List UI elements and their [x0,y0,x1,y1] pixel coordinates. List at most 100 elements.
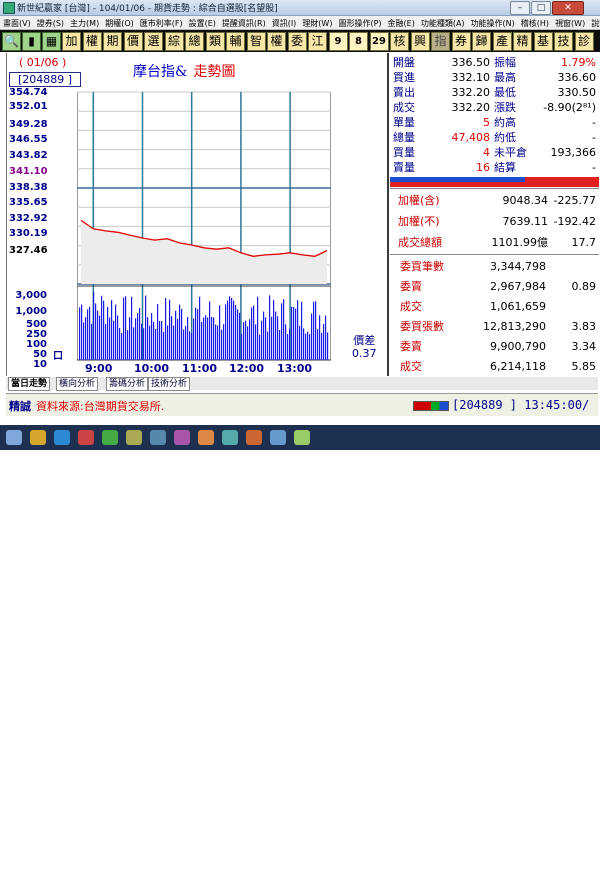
search-icon[interactable]: 🔍 [2,32,21,51]
menu-item[interactable]: 說明(H) [588,17,600,29]
status-bar: 精誠 資料來源:台灣期貨交易所. [204889 ] 13:45:00/ [6,393,598,416]
toolbar-button[interactable]: 綜 [164,32,184,51]
maximize-button[interactable]: □ [531,1,551,15]
app-icon-4[interactable] [150,430,166,445]
tab-2[interactable]: 籌碼分析 [106,377,149,391]
toolbar-button[interactable]: 加 [62,32,81,51]
toolbar-button[interactable]: 29 [369,32,389,51]
volume-bar [315,301,317,360]
volume-bar [273,300,275,360]
quote-row: 成交 332.20 漲跌 -8.90(2⁸¹) [390,100,599,115]
menu-item[interactable]: 期權(O) [102,17,137,29]
intraday-chart[interactable] [77,86,331,364]
app-icon-10[interactable] [294,430,310,445]
toolbar-button[interactable]: 產 [492,32,512,51]
menu-item[interactable]: 證券(S) [34,17,67,29]
app-icon-8[interactable] [246,430,262,445]
quote-label: 開盤 [393,56,415,69]
price-axis-label: 332.92 [9,213,48,224]
quote-row: 開盤 336.50 振幅 1.79% [390,55,599,70]
toolbar-button[interactable]: 精 [513,32,532,51]
toolbar-button[interactable]: 江 [308,32,327,51]
quote-label: 漲跌 [494,101,516,114]
app-icon-3[interactable] [126,430,142,445]
toolbar-button[interactable]: 權 [267,32,286,51]
menu-item[interactable]: 資訊(I) [269,17,300,29]
bid-ask-bar [390,177,599,187]
stat-row: 成交 1,061,659 [390,297,599,317]
menu-item[interactable]: 金融(E) [385,17,418,29]
toolbar-button[interactable]: 類 [205,32,225,51]
quote-value: -8.90(2⁸¹) [543,101,596,114]
toolbar-button[interactable]: 選 [144,32,163,51]
menu-item[interactable]: 稽核(H) [518,17,552,29]
app-icon-9[interactable] [270,430,286,445]
quote-value: 5 [483,116,490,129]
toolbar-button[interactable]: 歸 [472,32,491,51]
minimize-button[interactable]: – [510,1,530,15]
stat-row: 委賣 9,900,790 3.34 [390,337,599,357]
toolbar-button[interactable]: 基 [533,32,553,51]
instrument-code[interactable]: [204889 ] [9,72,81,87]
volume-bar [193,318,195,360]
menu-item[interactable]: 畫面(V) [0,17,34,29]
app-icon-7[interactable] [222,430,238,445]
toolbar-button[interactable]: 指 [431,32,450,51]
browser-icon[interactable] [54,430,70,445]
app-icon-5[interactable] [174,430,190,445]
volume-bar [107,307,109,360]
volume-bar [93,291,95,360]
app-icon-6[interactable] [198,430,214,445]
volume-bar [175,310,177,360]
summary-row: 加權(含) 9048.34 -225.77 [390,191,599,211]
toolbar-button[interactable]: 智 [246,32,266,51]
folder-icon[interactable] [30,430,46,445]
volume-bar [275,311,277,360]
menu-item[interactable]: 理財(W) [299,17,335,29]
menu-item[interactable]: 主力(M) [67,17,102,29]
toolbar-button[interactable]: 委 [287,32,307,51]
toolbar-button[interactable]: 8 [349,32,368,51]
menu-item[interactable]: 功能操作(N) [468,17,518,29]
volume-bar [141,323,143,360]
toolbar-button[interactable]: 興 [410,32,430,51]
menu-item[interactable]: 視窗(W) [552,17,588,29]
stat-value: 2,967,984 [490,280,546,293]
stat-value: 1,061,659 [490,300,546,313]
menu-item[interactable]: 圖形操作(P) [335,17,384,29]
quote-label: 約低 [494,131,516,144]
toolbar-button[interactable]: 輔 [226,32,245,51]
volume-bar [251,307,253,360]
close-button[interactable]: ✕ [552,1,584,15]
toolbar-button[interactable]: 診 [574,32,594,51]
volume-bar [155,328,157,360]
price-diff-label: 價差 [353,334,376,347]
toolbar-button[interactable]: 券 [451,32,471,51]
toolbar-button[interactable]: 期 [103,32,122,51]
tab-1[interactable]: 橫向分析 [56,377,99,391]
menu-item[interactable]: 提醒資訊(R) [219,17,269,29]
menu-item[interactable]: 設置(E) [186,17,219,29]
volume-bar [191,333,193,360]
toolbar-button[interactable]: 技 [554,32,573,51]
summary-label: 加權(含) [398,194,440,207]
toolbar-button[interactable]: 價 [123,32,143,51]
volume-bar [137,312,139,360]
grid-icon[interactable]: ▦ [42,32,61,51]
toolbar-button[interactable]: 9 [328,32,348,51]
app-icon-2[interactable] [102,430,118,445]
tab-0[interactable]: 當日走勢 [8,377,51,391]
menu-item[interactable]: 功能種類(A) [418,17,468,29]
volume-bar [111,300,113,360]
bookmark-icon[interactable]: ▮ [22,32,41,51]
start-icon[interactable] [6,430,22,445]
app-icon-1[interactable] [78,430,94,445]
volume-bar [277,316,279,360]
menu-item[interactable]: 匯市利率(F) [137,17,186,29]
toolbar-button[interactable]: 總 [185,32,204,51]
toolbar-button[interactable]: 核 [390,32,409,51]
volume-bar [225,304,227,360]
toolbar-button[interactable]: 權 [82,32,102,51]
tab-3[interactable]: 技術分析 [148,377,191,391]
analysis-tabs: 當日走勢 橫向分析 籌碼分析 技術分析 [6,377,598,391]
